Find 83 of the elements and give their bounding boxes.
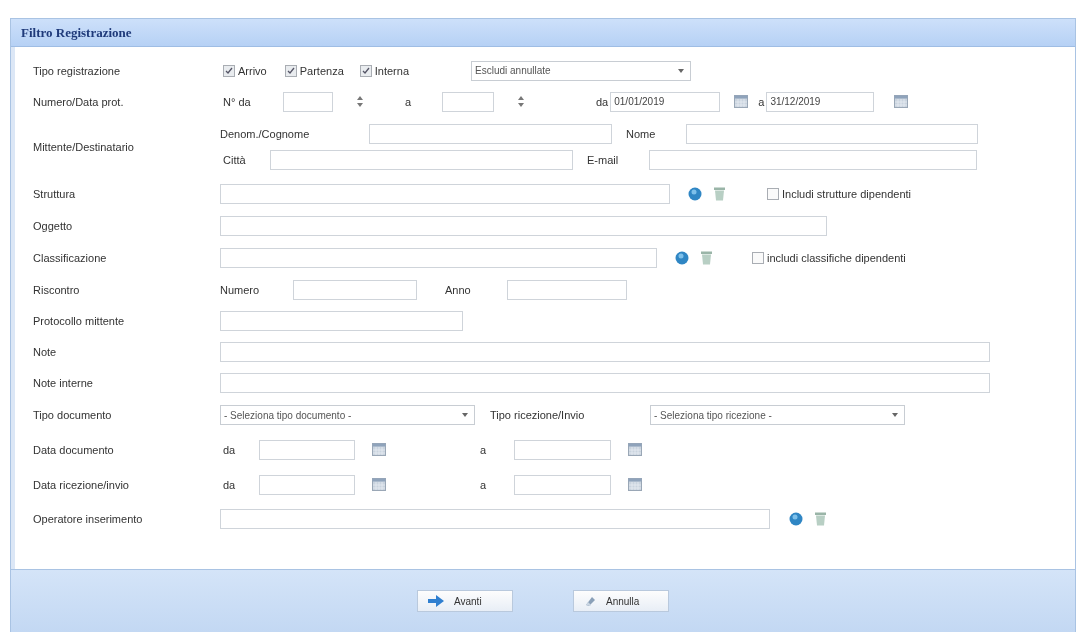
field-label: Mittente/Destinatario: [33, 141, 135, 153]
caret-icon: [462, 413, 468, 417]
lookup-field[interactable]: [220, 247, 657, 268]
text-field[interactable]: [220, 310, 463, 331]
date-from-field[interactable]: 01/01/2019: [610, 91, 721, 112]
field-label: da: [223, 478, 237, 491]
calendar-icon[interactable]: [628, 478, 642, 491]
checkbox[interactable]: includi classifiche dipendenti: [752, 251, 906, 264]
field-label: E-mail: [587, 154, 620, 166]
field-label: a: [480, 443, 488, 456]
reception-type-dropdown[interactable]: - Seleziona tipo ricezione -: [650, 405, 905, 425]
field-label: a: [480, 478, 488, 491]
field-label: Oggetto: [33, 219, 74, 232]
trash-icon[interactable]: [701, 250, 712, 265]
field-label: Struttura: [33, 187, 77, 200]
field-label: Riscontro: [33, 283, 81, 296]
caret-icon: [892, 413, 898, 417]
text-field[interactable]: [220, 372, 990, 393]
eraser-icon: [584, 595, 596, 607]
text-field[interactable]: [220, 215, 827, 236]
spinner-icon[interactable]: [357, 96, 363, 107]
date-to-field[interactable]: [514, 439, 611, 460]
lookup-field[interactable]: [220, 508, 770, 529]
calendar-icon[interactable]: [628, 443, 642, 456]
field-label: Tipo documento: [33, 409, 113, 421]
date-to-field[interactable]: [514, 474, 611, 495]
field-label: Data documento: [33, 443, 115, 456]
next-button[interactable]: Avanti: [417, 590, 513, 612]
field-label: Tipo ricezione/Invio: [490, 409, 586, 421]
number-to-field[interactable]: [442, 91, 494, 112]
spinner-icon[interactable]: [518, 96, 524, 107]
checkmark-icon: [286, 66, 295, 75]
date-from-field[interactable]: [259, 474, 355, 495]
status-dropdown[interactable]: Escludi annullate: [471, 60, 691, 81]
trash-icon[interactable]: [815, 511, 826, 526]
field-label: Anno: [445, 283, 472, 296]
info-icon[interactable]: [688, 186, 702, 201]
panel-title: Filtro Registrazione: [21, 24, 132, 41]
number-from-field[interactable]: [283, 91, 333, 112]
info-icon[interactable]: [675, 250, 689, 265]
calendar-icon[interactable]: [372, 478, 386, 491]
text-field[interactable]: [220, 341, 990, 362]
calendar-icon[interactable]: [734, 95, 749, 108]
field-label: Denom./Cognome: [220, 128, 311, 140]
caret-icon: [678, 68, 684, 73]
field-label: da: [596, 95, 609, 108]
calendar-icon[interactable]: [372, 443, 386, 456]
year-field[interactable]: [507, 279, 627, 300]
checkmark-icon: [361, 66, 370, 75]
trash-icon[interactable]: [714, 186, 725, 201]
field-label: Protocollo mittente: [33, 314, 126, 327]
field-label: Numero/Data prot.: [33, 95, 125, 108]
document-type-dropdown[interactable]: - Seleziona tipo documento -: [220, 405, 475, 425]
field-label: Città: [223, 154, 247, 166]
info-icon[interactable]: [789, 511, 803, 526]
name-field[interactable]: [686, 124, 978, 144]
field-label: a: [758, 95, 765, 108]
field-label: da: [223, 443, 237, 456]
field-label: Tipo registrazione: [33, 64, 122, 77]
surname-field[interactable]: [369, 124, 612, 144]
checkbox[interactable]: Interna: [359, 64, 409, 77]
arrow-icon: [428, 595, 444, 607]
email-field[interactable]: [649, 150, 977, 170]
field-label: Numero: [220, 283, 261, 296]
field-label: Nome: [626, 128, 657, 140]
field-label: Classificazione: [33, 251, 108, 264]
field-label: Data ricezione/invio: [33, 478, 130, 491]
field-label: Note interne: [33, 376, 94, 389]
date-to-field[interactable]: 31/12/2019: [766, 91, 875, 112]
city-field[interactable]: [270, 150, 573, 170]
checkbox[interactable]: Includi strutture dipendenti: [767, 187, 912, 200]
field-label: Note: [33, 345, 58, 358]
field-label: a: [405, 95, 413, 108]
cancel-button[interactable]: Annulla: [573, 590, 669, 612]
date-from-field[interactable]: [259, 439, 355, 460]
lookup-field[interactable]: [220, 183, 670, 204]
calendar-icon[interactable]: [894, 95, 909, 108]
checkbox[interactable]: Partenza: [284, 64, 344, 77]
checkmark-icon: [225, 66, 233, 75]
checkbox[interactable]: Arrivo: [223, 64, 267, 77]
field-label: N° da: [223, 95, 252, 108]
field-label: Operatore inserimento: [33, 512, 144, 525]
number-field[interactable]: [293, 279, 417, 300]
